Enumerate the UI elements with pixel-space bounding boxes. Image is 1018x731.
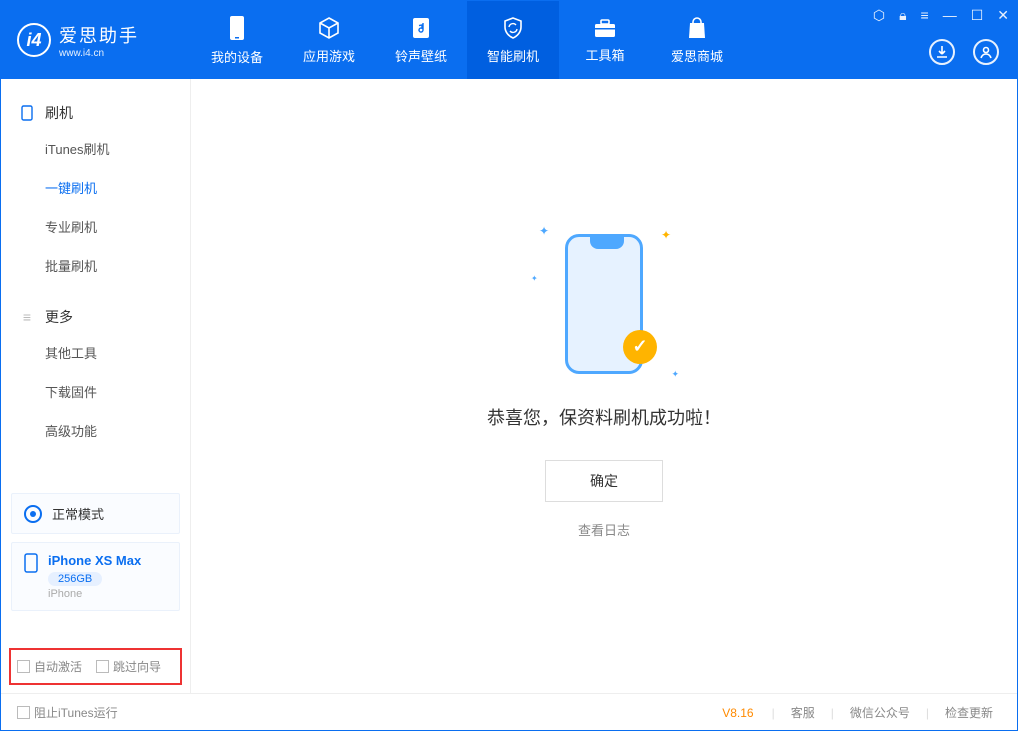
sidebar-item-other-tools[interactable]: 其他工具 [1,333,190,372]
mode-icon [24,505,42,523]
checkbox-icon [17,706,30,719]
ok-button[interactable]: 确定 [545,460,663,502]
lock-icon[interactable]: 🔒︎ [899,7,906,24]
sidebar: 刷机 iTunes刷机 一键刷机 专业刷机 批量刷机 ≡ 更多 其他工具 下载固… [1,79,191,693]
tab-my-device[interactable]: 我的设备 [191,1,283,79]
device-name: iPhone XS Max [48,553,141,568]
device-capacity: 256GB [48,572,102,586]
device-box[interactable]: iPhone XS Max 256GB iPhone [11,542,180,611]
sidebar-item-download-firmware[interactable]: 下载固件 [1,372,190,411]
sidebar-item-itunes-flash[interactable]: iTunes刷机 [1,129,190,168]
maximize-button[interactable]: ☐ [971,7,984,24]
sidebar-group-more: ≡ 更多 [1,301,190,333]
sidebar-item-batch-flash[interactable]: 批量刷机 [1,246,190,285]
tab-label: 爱思商城 [671,46,723,65]
bag-icon [686,16,708,40]
check-badge-icon: ✓ [623,330,657,364]
header: i4 爱思助手 www.i4.cn 我的设备 应用游戏 铃声壁纸 智能刷机 工具… [1,1,1017,79]
tab-label: 应用游戏 [303,46,355,65]
version-label: V8.16 [722,706,753,720]
window-controls: ⬡ 🔒︎ ≡ — ☐ ✕ [873,7,1009,24]
checkbox-block-itunes[interactable]: 阻止iTunes运行 [17,704,118,721]
toolbox-icon [593,17,617,39]
user-icon [979,45,993,59]
tab-store[interactable]: 爱思商城 [651,1,743,79]
tab-label: 我的设备 [211,47,263,66]
highlighted-options: 自动激活 跳过向导 [9,648,182,685]
success-message: 恭喜您，保资料刷机成功啦！ [487,404,721,430]
user-button[interactable] [973,39,999,65]
checkbox-auto-activate[interactable]: 自动激活 [17,658,82,675]
shield-sync-icon [501,16,525,40]
phone-icon [19,105,35,121]
main-content: ✦ ✦ ✦ ✦ ✓ 恭喜您，保资料刷机成功啦！ 确定 查看日志 [191,79,1017,693]
group-title: 更多 [45,307,73,327]
group-title: 刷机 [45,103,73,123]
logo-icon: i4 [17,23,51,57]
tab-ringtones[interactable]: 铃声壁纸 [375,1,467,79]
download-button[interactable] [929,39,955,65]
menu-icon[interactable]: ≡ [921,7,929,24]
checkbox-icon [17,660,30,673]
device-icon [226,15,248,41]
device-type: iPhone [48,588,141,600]
sidebar-item-oneclick-flash[interactable]: 一键刷机 [1,168,190,207]
device-phone-icon [24,553,38,576]
tab-apps-games[interactable]: 应用游戏 [283,1,375,79]
footer-link-support[interactable]: 客服 [783,704,823,721]
success-illustration: ✦ ✦ ✦ ✦ ✓ [565,234,643,374]
sidebar-item-advanced[interactable]: 高级功能 [1,411,190,450]
tab-smart-flash[interactable]: 智能刷机 [467,1,559,79]
sidebar-group-flash: 刷机 [1,97,190,129]
logo-area: i4 爱思助手 www.i4.cn [1,22,191,59]
close-button[interactable]: ✕ [997,7,1009,24]
download-icon [935,45,949,59]
footer-link-update[interactable]: 检查更新 [937,704,1001,721]
mode-label: 正常模式 [52,504,104,523]
app-subtitle: www.i4.cn [59,48,139,59]
tab-label: 铃声壁纸 [395,46,447,65]
sidebar-item-pro-flash[interactable]: 专业刷机 [1,207,190,246]
footer-link-wechat[interactable]: 微信公众号 [842,704,918,721]
app-title: 爱思助手 [59,22,139,48]
tab-toolbox[interactable]: 工具箱 [559,1,651,79]
tab-label: 智能刷机 [487,46,539,65]
footer: 阻止iTunes运行 V8.16 | 客服 | 微信公众号 | 检查更新 [1,693,1017,731]
list-icon: ≡ [19,309,35,325]
tab-label: 工具箱 [585,45,624,64]
checkbox-skip-guide[interactable]: 跳过向导 [96,658,161,675]
header-actions [929,39,999,65]
shirt-icon[interactable]: ⬡ [873,7,885,24]
music-icon [410,16,432,40]
nav-tabs: 我的设备 应用游戏 铃声壁纸 智能刷机 工具箱 爱思商城 [191,1,743,79]
cube-icon [317,16,341,40]
view-log-link[interactable]: 查看日志 [578,520,630,539]
checkbox-icon [96,660,109,673]
minimize-button[interactable]: — [943,7,957,24]
mode-box[interactable]: 正常模式 [11,493,180,534]
